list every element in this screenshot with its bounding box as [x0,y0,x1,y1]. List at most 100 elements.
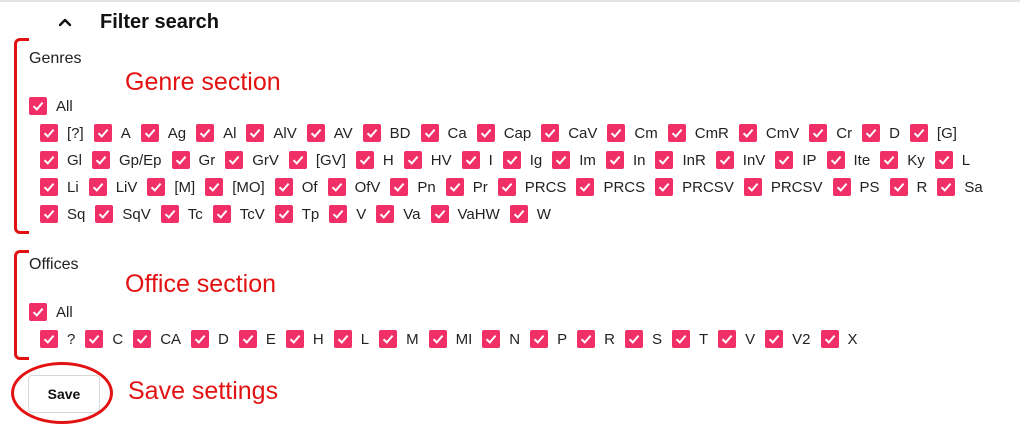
checkbox-checked-icon[interactable] [934,151,953,169]
checkbox-checked-icon[interactable] [160,205,179,223]
genre-checkbox[interactable]: Im [552,151,596,169]
checkbox-checked-icon[interactable] [909,124,928,142]
genre-checkbox[interactable]: [M] [147,178,195,196]
genre-checkbox[interactable]: Gl [40,151,82,169]
checkbox-checked-icon[interactable] [191,330,210,348]
genre-checkbox[interactable]: Gp/Ep [92,151,162,169]
genre-checkbox[interactable]: HV [403,151,452,169]
genre-checkbox[interactable]: LiV [88,178,137,196]
genre-checkbox[interactable]: PRCS [497,178,566,196]
office-checkbox[interactable]: C [85,330,123,348]
genre-checkbox[interactable]: L [934,151,970,169]
genre-checkbox[interactable]: Gr [171,151,215,169]
checkbox-checked-icon[interactable] [274,178,293,196]
genre-checkbox[interactable]: CmV [738,124,799,142]
checkbox-checked-icon[interactable] [379,330,398,348]
genre-checkbox[interactable]: [GV] [288,151,346,169]
checkbox-checked-icon[interactable] [607,124,626,142]
checkbox-checked-icon[interactable] [743,178,762,196]
checkbox-checked-icon[interactable] [133,330,152,348]
checkbox-checked-icon[interactable] [497,178,516,196]
checkbox-checked-icon[interactable] [171,151,190,169]
office-checkbox[interactable]: CA [133,330,181,348]
genre-checkbox[interactable]: In [605,151,645,169]
office-checkbox[interactable]: X [820,330,858,348]
genre-checkbox[interactable]: Ca [420,124,467,142]
genre-checkbox[interactable]: AlV [246,124,297,142]
genre-checkbox[interactable]: Cap [476,124,531,142]
genre-checkbox[interactable]: CaV [541,124,597,142]
checkbox-checked-icon[interactable] [376,205,395,223]
genre-checkbox[interactable]: Pn [390,178,436,196]
checkbox-checked-icon[interactable] [93,124,112,142]
checkbox-checked-icon[interactable] [862,124,881,142]
checkbox-checked-icon[interactable] [502,151,521,169]
checkbox-checked-icon[interactable] [937,178,956,196]
checkbox-checked-icon[interactable] [530,330,549,348]
checkbox-checked-icon[interactable] [95,205,114,223]
checkbox-checked-icon[interactable] [420,124,439,142]
checkbox-checked-icon[interactable] [552,151,571,169]
genre-checkbox[interactable]: OfV [327,178,380,196]
checkbox-checked-icon[interactable] [809,124,828,142]
genre-checkbox[interactable]: SqV [95,205,151,223]
checkbox-checked-icon[interactable] [327,178,346,196]
checkbox-checked-icon[interactable] [40,151,58,169]
office-checkbox[interactable]: H [285,330,324,348]
checkbox-checked-icon[interactable] [880,151,899,169]
checkbox-checked-icon[interactable] [355,151,374,169]
checkbox-checked-icon[interactable] [655,151,674,169]
checkbox-checked-icon[interactable] [285,330,304,348]
genre-checkbox[interactable]: Cr [809,124,852,142]
genre-checkbox[interactable]: PRCSV [743,178,823,196]
genre-checkbox[interactable]: IP [775,151,817,169]
checkbox-checked-icon[interactable] [461,151,480,169]
checkbox-checked-icon[interactable] [445,178,464,196]
checkbox-checked-icon[interactable] [85,330,104,348]
genre-checkbox[interactable]: Sq [40,205,85,223]
office-checkbox[interactable]: S [624,330,662,348]
checkbox-checked-icon[interactable] [92,151,110,169]
checkbox-checked-icon[interactable] [482,330,501,348]
checkbox-checked-icon[interactable] [40,178,58,196]
checkbox-checked-icon[interactable] [605,151,624,169]
office-checkbox[interactable]: L [333,330,369,348]
genre-checkbox[interactable]: Ite [826,151,870,169]
checkbox-checked-icon[interactable] [577,330,596,348]
genre-checkbox[interactable]: Ag [140,124,186,142]
checkbox-checked-icon[interactable] [430,205,449,223]
checkbox-checked-icon[interactable] [288,151,307,169]
genre-checkbox[interactable]: H [355,151,394,169]
checkbox-checked-icon[interactable] [333,330,352,348]
checkbox-checked-icon[interactable] [40,205,58,223]
genre-checkbox[interactable]: PRCS [576,178,645,196]
genre-checkbox[interactable]: Va [376,205,421,223]
checkbox-checked-icon[interactable] [820,330,839,348]
checkbox-checked-icon[interactable] [40,124,58,142]
office-checkbox[interactable]: T [671,330,708,348]
checkbox-checked-icon[interactable] [362,124,381,142]
checkbox-checked-icon[interactable] [832,178,851,196]
genre-checkbox[interactable]: [G] [909,124,957,142]
checkbox-checked-icon[interactable] [541,124,560,142]
office-checkbox[interactable]: MI [428,330,472,348]
genre-checkbox[interactable]: InV [715,151,765,169]
checkbox-checked-icon[interactable] [718,330,737,348]
genre-checkbox[interactable]: GrV [225,151,279,169]
checkbox-checked-icon[interactable] [238,330,257,348]
checkbox-checked-icon[interactable] [329,205,348,223]
office-checkbox[interactable]: E [238,330,276,348]
checkbox-checked-icon[interactable] [715,151,734,169]
office-checkbox[interactable]: N [482,330,520,348]
checkbox-checked-icon[interactable] [196,124,215,142]
checkbox-checked-icon[interactable] [476,124,495,142]
checkbox-checked-icon[interactable] [140,124,159,142]
genre-checkbox[interactable]: Ig [502,151,542,169]
genre-checkbox[interactable]: I [461,151,493,169]
chevron-up-icon[interactable] [52,9,78,35]
genre-checkbox[interactable]: Tc [160,205,203,223]
genre-checkbox[interactable]: W [509,205,551,223]
genre-checkbox[interactable]: [?] [40,124,84,142]
genre-checkbox[interactable]: D [862,124,900,142]
office-checkbox[interactable]: P [530,330,567,348]
